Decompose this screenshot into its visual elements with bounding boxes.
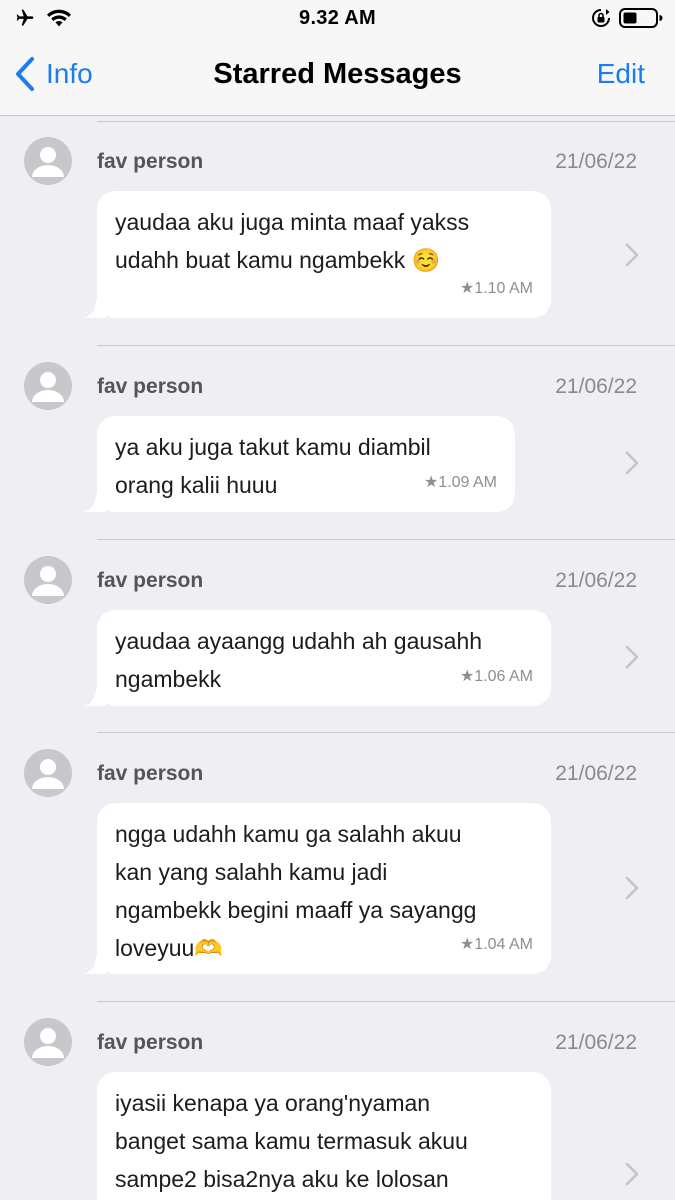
message-date: 21/06/22 (555, 150, 637, 173)
sender-name: fav person (97, 150, 204, 173)
person-icon (32, 1028, 64, 1058)
starred-messages-list[interactable]: fav person 21/06/22 yaudaa aku juga mint… (0, 117, 675, 1200)
bubble-tail (84, 296, 106, 318)
message-date: 21/06/22 (555, 569, 637, 592)
chevron-right-icon[interactable] (625, 1162, 639, 1186)
starred-time: ★1.10 AM (459, 280, 533, 297)
message-bubble[interactable]: iyasii kenapa ya orang'nyaman banget sam… (97, 1072, 551, 1200)
list-item[interactable]: fav person 21/06/22 ngga udahh kamu ga s… (0, 733, 675, 1002)
sender-name: fav person (97, 375, 204, 398)
person-icon (32, 759, 64, 789)
bubble-tail (84, 952, 106, 974)
message-bubble[interactable]: yaudaa ayaangg udahh ah gausahh ngambekk… (84, 610, 551, 706)
starred-time: ★1.06 AM (459, 668, 533, 685)
person-icon (32, 372, 64, 402)
list-item[interactable]: fav person 21/06/22 ya aku juga takut ka… (0, 346, 675, 540)
message-text: iyasii kenapa ya orang'nyaman banget sam… (115, 1090, 468, 1192)
bubble-tail (84, 490, 106, 512)
message-bubble[interactable]: ngga udahh kamu ga salahh akuu kan yang … (84, 803, 551, 974)
page-title: Starred Messages (213, 58, 462, 90)
list-item[interactable]: fav person 21/06/22 iyasii kenapa ya ora… (0, 1002, 675, 1200)
message-date: 21/06/22 (555, 375, 637, 398)
message-text: yaudaa aku juga minta maaf yakss udahh b… (115, 209, 470, 273)
chevron-right-icon[interactable] (625, 243, 639, 267)
orientation-lock-icon (592, 9, 610, 27)
list-item[interactable]: fav person 21/06/22 yaudaa aku juga mint… (0, 121, 675, 346)
sender-name: fav person (97, 569, 204, 592)
message-date: 21/06/22 (555, 1031, 637, 1054)
status-right (591, 7, 663, 29)
status-time: 9.32 AM (299, 7, 376, 29)
sender-name: fav person (97, 1031, 204, 1054)
message-bubble[interactable]: ya aku juga takut kamu diambil orang kal… (84, 416, 515, 512)
starred-time: ★1.09 AM (423, 474, 497, 491)
edit-button[interactable]: Edit (597, 58, 645, 90)
message-bubble[interactable]: yaudaa aku juga minta maaf yakss udahh b… (84, 191, 551, 318)
battery-icon (619, 8, 663, 28)
status-bar: 9.32 AM (0, 0, 675, 38)
avatar (24, 749, 72, 797)
starred-time: ★1.04 AM (459, 936, 533, 953)
navigation-bar: Info Starred Messages Edit (0, 38, 675, 116)
person-icon (32, 147, 64, 177)
sender-name: fav person (97, 762, 204, 785)
avatar (24, 362, 72, 410)
avatar (24, 1018, 72, 1066)
bubble-tail (84, 684, 106, 706)
chevron-right-icon[interactable] (625, 645, 639, 669)
avatar (24, 137, 72, 185)
message-date: 21/06/22 (555, 762, 637, 785)
person-icon (32, 566, 64, 596)
list-item[interactable]: fav person 21/06/22 yaudaa ayaangg udahh… (0, 540, 675, 733)
avatar (24, 556, 72, 604)
chevron-right-icon[interactable] (625, 876, 639, 900)
chevron-right-icon[interactable] (625, 451, 639, 475)
